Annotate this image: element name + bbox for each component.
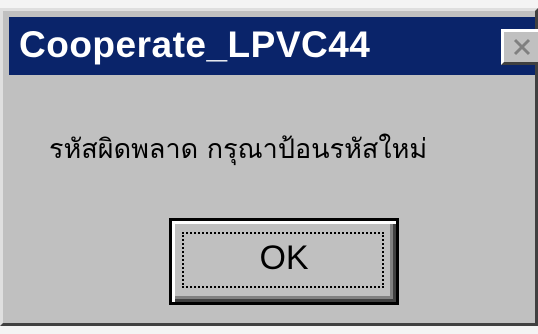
title-bar[interactable]: Cooperate_LPVC44 <box>9 17 538 75</box>
close-icon <box>513 38 531 56</box>
close-button[interactable] <box>501 29 538 65</box>
message-dialog: Cooperate_LPVC44 รหัสผิดพลาด กรุณาป้อนรห… <box>0 8 538 326</box>
error-message: รหัสผิดพลาด กรุณาป้อนรหัสใหม่ <box>49 134 428 165</box>
dialog-title: Cooperate_LPVC44 <box>19 24 371 65</box>
screen: Cooperate_LPVC44 รหัสผิดพลาด กรุณาป้อนรห… <box>0 0 538 334</box>
ok-button-label: OK <box>259 239 309 277</box>
ok-button[interactable]: OK <box>169 218 399 305</box>
